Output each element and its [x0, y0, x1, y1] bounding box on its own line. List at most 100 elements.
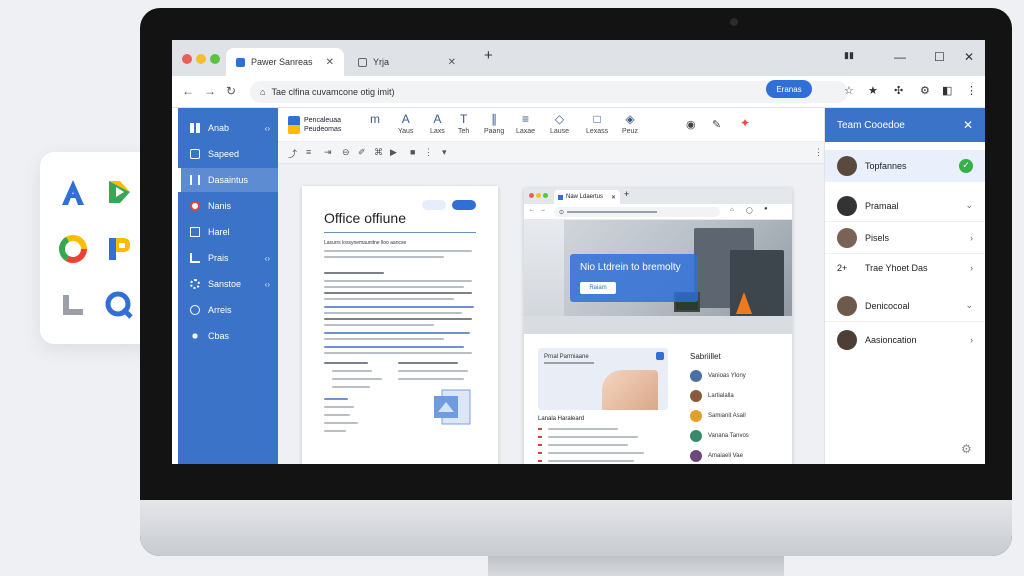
sidebar-item-sapeed[interactable]: Sapeed [178, 142, 278, 166]
doc-subtitle: Lasurrs lossynemaunitne lloo aancse [324, 240, 407, 246]
avatar [837, 330, 857, 350]
panel-row-trae-yhoet-das[interactable]: 2+ Trae Yhoet Das › [825, 252, 985, 284]
toolbar-button-laxs[interactable]: A Laxs [430, 112, 445, 135]
minimize-button[interactable]: — [894, 50, 906, 64]
app-l-icon[interactable] [50, 280, 96, 330]
timer-icon[interactable]: ⊖ [342, 147, 350, 158]
feed-item[interactable]: Vanioas Ylony [690, 366, 746, 386]
forward-icon[interactable]: → [204, 84, 216, 98]
sidebar-item-prais[interactable]: Prais ‹› [178, 246, 278, 270]
new-tab-icon[interactable]: + [624, 189, 629, 199]
sidebar-item-harel[interactable]: Harel [178, 220, 278, 244]
pointer-icon[interactable]: ⤴ [288, 147, 297, 160]
close-dot[interactable] [529, 193, 534, 198]
align-icon[interactable]: ≡ [306, 147, 311, 157]
home-icon[interactable]: ⌂ [730, 207, 734, 213]
document-page[interactable]: Office offiune Lasurrs lossynemaunitne l… [302, 186, 498, 464]
sidebar-item-sanstoe[interactable]: Sanstoe ‹› [178, 272, 278, 296]
doc-action-chip[interactable] [452, 200, 476, 210]
bookmark-icon[interactable]: ☆ [844, 84, 854, 97]
app-d-icon[interactable] [96, 166, 142, 218]
profile-icon[interactable]: ● [764, 206, 768, 212]
hero-button[interactable]: Raiam [580, 282, 616, 294]
maximize-dot[interactable] [543, 193, 548, 198]
tab-yrja[interactable]: Yrja ✕ [348, 48, 466, 76]
maximize-button[interactable]: ☐ [934, 50, 945, 64]
location-icon[interactable]: ◉ [686, 118, 696, 131]
sidepanel-icon[interactable]: ◧ [942, 84, 952, 97]
folder-icon [190, 227, 200, 237]
menu-icon[interactable]: ⋮ [966, 84, 977, 97]
app-o-icon[interactable] [50, 224, 96, 274]
close-tab-icon[interactable]: ✕ [448, 57, 456, 68]
sidebar-item-nanis[interactable]: Nanis [178, 194, 278, 218]
close-window-button[interactable]: ✕ [964, 50, 974, 64]
colorful-app-icon[interactable]: ✦ [740, 116, 750, 130]
content-card[interactable]: Prnal Parmiaane [538, 348, 668, 410]
app-title: Pencaleuaa Peudeomas [304, 116, 341, 134]
apps-icon [190, 305, 200, 315]
sidebar-item-cbas[interactable]: Cbas [178, 324, 278, 348]
panel-row-topfannes[interactable]: Topfannes ✓ [825, 150, 985, 182]
sidebar-item-anab[interactable]: Anab ‹› [178, 116, 278, 140]
more-icon[interactable]: ⋮ [424, 147, 433, 158]
toolbar-button-paang[interactable]: ∥ Paang [484, 112, 504, 135]
toolbar-button-laxae[interactable]: ≡ Laxae [516, 112, 535, 135]
new-tab-button[interactable]: + [484, 47, 493, 64]
close-tab-icon[interactable]: ✕ [326, 57, 334, 68]
overflow-icon[interactable]: ⋮ [814, 147, 823, 158]
star-icon[interactable]: ★ [868, 84, 878, 97]
app-p-icon[interactable] [96, 224, 142, 274]
back-icon[interactable]: ← [182, 84, 194, 98]
circle-icon[interactable]: ◯ [746, 207, 753, 214]
link-icon[interactable]: ⌘ [374, 147, 383, 158]
tab-search-icon[interactable]: ▮▮ [844, 50, 854, 61]
toolbar-button-teh[interactable]: T Teh [458, 112, 469, 135]
tab-pawer-sanreas[interactable]: Pawer Sanreas ✕ [226, 48, 344, 76]
toolbar-button-peuz[interactable]: ◈ Peuz [622, 112, 638, 135]
settings-icon[interactable]: ⚙ [961, 442, 972, 456]
toolbar-button-yaus[interactable]: A Yaus [398, 112, 413, 135]
embedded-browser[interactable]: Naw Ldaertus ✕ + ← → ⊙ ⌂ ◯ ● Nio Ltdrein… [524, 188, 792, 464]
share-button[interactable]: Eranas [766, 80, 812, 98]
url-input[interactable]: ⌂ Tae clfina cuvamcone otig imit) [250, 81, 848, 103]
maximize-window-dot[interactable] [210, 54, 220, 64]
app-a-icon[interactable] [50, 166, 96, 218]
back-icon[interactable]: ← [529, 207, 535, 213]
toolbar-button-lexass[interactable]: □ Lexass [586, 112, 608, 135]
extension-icon[interactable]: ✣ [894, 84, 903, 97]
settings-icon[interactable]: ⚙ [920, 84, 930, 97]
app-q-icon[interactable] [96, 280, 142, 330]
minimize-dot[interactable] [536, 193, 541, 198]
panel-header: Team Cooedoe ✕ [825, 108, 985, 142]
close-panel-icon[interactable]: ✕ [963, 118, 973, 132]
brush-icon[interactable]: ✐ [358, 147, 366, 158]
feed-item[interactable]: Samianit Asall [690, 406, 746, 426]
tab-label: Pawer Sanreas [251, 57, 313, 67]
feed-item[interactable]: Vanana Tanvos [690, 426, 749, 446]
close-tab-icon[interactable]: ✕ [611, 194, 616, 201]
sidebar-item-arreis[interactable]: Arreis [178, 298, 278, 322]
record-icon[interactable]: ■ [410, 147, 415, 157]
minimize-window-dot[interactable] [196, 54, 206, 64]
edit-icon[interactable]: ✎ [712, 118, 721, 131]
panel-row-denicocoal[interactable]: Denicocoal ⌄ [825, 290, 985, 322]
screen: Pawer Sanreas ✕ Yrja ✕ + ▮▮ — ☐ ✕ ← → ↻ … [172, 40, 985, 464]
panel-row-aasioncation[interactable]: Aasioncation › [825, 324, 985, 356]
play-icon[interactable]: ▶ [390, 147, 397, 158]
toolbar-button-menu[interactable]: m [370, 112, 380, 128]
doc-rule [324, 232, 476, 233]
feed-item[interactable]: Amaiaeli Vae [690, 446, 743, 464]
indent-icon[interactable]: ⇥ [324, 147, 332, 158]
panel-row-pisels[interactable]: Pisels › [825, 222, 985, 254]
reload-icon[interactable]: ↻ [226, 84, 236, 98]
close-window-dot[interactable] [182, 54, 192, 64]
embedded-url-input[interactable]: ⊙ [554, 207, 720, 217]
panel-row-pramaal[interactable]: Pramaal ⌄ [825, 190, 985, 222]
sidebar-item-dasaintus[interactable]: Dasaintus [178, 168, 278, 192]
feed-item[interactable]: Lartialalla [690, 386, 734, 406]
dropdown-icon[interactable]: ▾ [442, 147, 447, 158]
forward-icon[interactable]: → [540, 207, 546, 213]
embedded-tab[interactable]: Naw Ldaertus ✕ [554, 190, 620, 204]
toolbar-button-lause[interactable]: ◇ Lause [550, 112, 569, 135]
